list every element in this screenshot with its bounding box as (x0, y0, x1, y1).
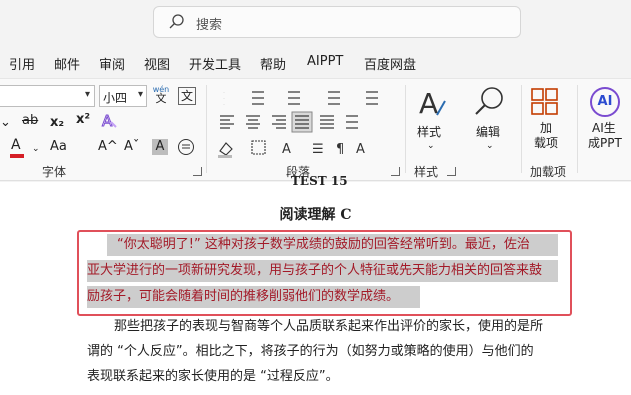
font-size-value: 小四 (103, 91, 128, 105)
tab-baidu-netdisk[interactable]: 百度网盘 (364, 54, 416, 73)
editing-label: 编辑 (476, 125, 501, 139)
list-buttons-row[interactable] (216, 87, 396, 109)
chevron-down-icon[interactable]: ⌄ (0, 115, 11, 131)
font-color-swatch (10, 154, 24, 158)
svg-text:☰: ☰ (312, 142, 324, 157)
selection-outline (77, 230, 572, 316)
font-color-button[interactable]: A (8, 137, 30, 161)
superscript-button[interactable]: x² (76, 112, 90, 128)
font-size-select[interactable]: 小四 ▾ (99, 85, 147, 107)
styles-button[interactable]: A 样式 ⌄ (415, 85, 451, 155)
styles-icon: A (419, 87, 446, 120)
document-page[interactable]: TEST 15 阅读理解 C “你太聪明了!” 这种对孩子数学成绩的鼓励的回答经… (0, 174, 631, 395)
styles-dialog-launcher[interactable] (447, 167, 456, 176)
title-bar: 搜索 (0, 0, 631, 44)
subscript-button[interactable]: x₂ (50, 115, 64, 131)
ai-label-2: 成PPT (588, 136, 622, 150)
svg-text:A: A (419, 87, 438, 120)
body-line[interactable]: 那些把孩子的表现与智商等个人品质联系起来作出评价的家长，使用的是所 (114, 316, 543, 338)
ai-icon-text: AI (597, 94, 613, 109)
svg-text:¶: ¶ (336, 142, 344, 157)
tab-mailings[interactable]: 邮件 (54, 54, 80, 73)
chevron-down-icon: ⌄ (486, 141, 494, 151)
body-line[interactable]: 谓的 “个人反应”。相比之下，将孩子的行为（如努力或策略的使用）与他们的 (87, 341, 534, 363)
addins-label-2: 载项 (534, 136, 559, 150)
svg-text:A: A (282, 142, 291, 157)
phonetic-bottom: 文 (155, 92, 167, 105)
font-group-label: 字体 (42, 165, 67, 179)
shrink-font-button[interactable]: Aˇ (124, 139, 139, 155)
font-color-letter: A (11, 137, 21, 153)
chevron-down-icon: ▾ (137, 89, 143, 100)
chevron-down-icon[interactable]: ⌄ (32, 141, 40, 157)
phonetic-guide-button[interactable]: wén 文 (152, 85, 170, 104)
chevron-down-icon: ⌄ (427, 141, 435, 151)
ai-ppt-button[interactable]: AI AI生 成PPT (586, 87, 630, 157)
text-effects-icon[interactable]: A (100, 111, 120, 131)
enclose-circle-icon[interactable] (177, 138, 195, 156)
enclose-char-label: 文 (180, 89, 193, 103)
shading-border-row[interactable]: A ☰ ¶ A (216, 137, 396, 159)
font-name-select[interactable]: ▾ (0, 85, 95, 107)
ai-icon: AI (590, 87, 620, 117)
paragraph-dialog-launcher[interactable] (391, 167, 400, 176)
styles-group-label: 样式 (414, 165, 439, 179)
divider (206, 85, 207, 173)
change-case-button[interactable]: Aa (50, 139, 67, 155)
doc-title: 阅读理解 C (279, 207, 352, 223)
tab-developer[interactable]: 开发工具 (189, 54, 241, 73)
editing-button[interactable]: 编辑 ⌄ (472, 85, 508, 155)
grow-font-button[interactable]: A^ (98, 139, 118, 155)
search-placeholder: 搜索 (196, 18, 223, 33)
tab-references[interactable]: 引用 (9, 54, 35, 73)
char-shading-button[interactable]: A (152, 139, 168, 155)
enclose-char-button[interactable]: 文 (178, 87, 196, 105)
font-dialog-launcher[interactable] (193, 167, 202, 176)
tab-review[interactable]: 审阅 (99, 54, 125, 73)
alignment-buttons-row[interactable] (216, 111, 396, 133)
search-icon (169, 14, 184, 29)
addins-group-label: 加载项 (530, 165, 567, 179)
divider (577, 85, 578, 173)
chevron-down-icon: ▾ (84, 89, 90, 100)
find-icon (475, 87, 503, 115)
divider (521, 85, 522, 173)
divider (405, 85, 406, 173)
svg-text:A: A (356, 142, 365, 157)
ribbon-tabs: 引用 邮件 审阅 视图 开发工具 帮助 AIPPT 百度网盘 (0, 50, 631, 76)
svg-text:A: A (102, 112, 113, 130)
tab-aippt[interactable]: AIPPT (307, 54, 343, 69)
tab-help[interactable]: 帮助 (260, 54, 286, 73)
addins-label-1: 加 (540, 121, 553, 135)
body-line[interactable]: 表现联系起来的家长使用的是 “过程反应”。 (87, 366, 339, 388)
addins-button[interactable]: 加 载项 (530, 87, 564, 157)
strikethrough-button[interactable]: ab (22, 113, 38, 129)
tab-view[interactable]: 视图 (144, 54, 170, 73)
ai-label-1: AI生 (592, 121, 616, 135)
ribbon: ▾ 小四 ▾ wén 文 文 ⌄ ab x₂ x² A A ⌄ Aa A^ Aˇ… (0, 78, 631, 181)
search-box[interactable]: 搜索 (153, 6, 521, 38)
styles-label: 样式 (417, 125, 442, 139)
addins-icon (531, 88, 558, 115)
section-heading: TEST 15 (291, 174, 348, 188)
